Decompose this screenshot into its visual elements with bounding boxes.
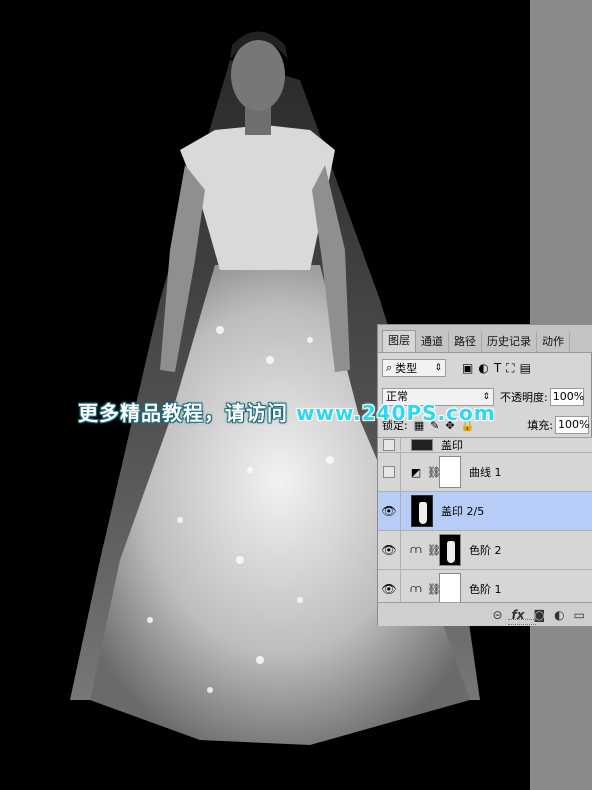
layer-row[interactable]: 👁 ⩋ ⛓ 色阶 2 [378,531,592,570]
smartobject-filter-icon[interactable]: ▤ [520,361,531,376]
visibility-toggle[interactable]: 👁 [378,531,401,569]
eye-icon: 👁 [381,543,397,557]
resize-grip[interactable] [508,619,536,625]
layer-name: 曲线 1 [469,466,502,479]
eye-icon: 👁 [381,582,397,596]
filter-row: ⌕ 类型 ⇕ ▣ ◐ T ⛶ ▤ [382,357,589,379]
chain-link-icon: ⛓ [427,465,441,479]
visibility-off-box [383,466,395,478]
eye-icon: 👁 [381,504,397,518]
watermark-url: www.240PS.com [296,401,496,425]
chain-link-icon: ⛓ [427,582,441,596]
filter-icons: ▣ ◐ T ⛶ ▤ [462,361,531,376]
layer-row[interactable]: 盖印 [378,438,592,453]
fill-input[interactable]: 100% [555,416,589,434]
watermark: 更多精品教程，请访问 www.240PS.com [78,397,496,426]
link-icon[interactable]: ⊝ [492,608,502,622]
layer-row-selected[interactable]: 👁 盖印 2/5 [378,492,592,531]
layer-list: 盖印 ◩ ⛓ 曲线 1 👁 盖印 2/5 👁 ⩋ ⛓ 色阶 2 👁 ⩋ ⛓ 色阶… [378,437,592,603]
chain-link-icon: ⛓ [427,543,441,557]
visibility-off-box [383,439,395,451]
levels-adjustment-icon: ⩋ [410,543,422,556]
layer-name: 盖印 2/5 [441,505,485,518]
layer-mask-thumbnail[interactable] [439,456,461,488]
layer-thumbnail [411,495,433,527]
levels-adjustment-icon: ⩋ [410,582,422,595]
panel-footer: ⊝ fx ◙ ◐ ▭ [378,602,592,626]
shape-filter-icon[interactable]: ⛶ [506,361,514,376]
opacity-input[interactable]: 100% [549,388,584,406]
visibility-toggle[interactable]: 👁 [378,570,401,603]
layer-mask-thumbnail[interactable] [439,534,461,566]
tab-paths[interactable]: 路径 [449,332,482,352]
watermark-text: 更多精品教程，请访问 [78,401,288,425]
adjustment-filter-icon[interactable]: ◐ [478,361,488,376]
visibility-toggle[interactable] [378,438,401,452]
layer-thumbnail [411,439,433,451]
filter-type-select[interactable]: ⌕ 类型 ⇕ [382,359,446,377]
tab-actions[interactable]: 动作 [537,332,570,352]
tab-channels[interactable]: 通道 [416,332,449,352]
layer-name: 盖印 [441,439,463,452]
search-icon: ⌕ [386,361,393,374]
curves-adjustment-icon: ◩ [410,465,422,479]
visibility-toggle[interactable] [378,453,401,491]
filter-type-label: 类型 [395,362,418,375]
type-filter-icon[interactable]: T [494,361,501,376]
panel-tabs: 图层 通道 路径 历史记录 动作 [378,325,592,353]
layer-row[interactable]: 👁 ⩋ ⛓ 色阶 1 [378,570,592,603]
adjustment-icon[interactable]: ◐ [554,608,564,622]
opacity-label: 不透明度: [500,391,548,404]
layer-row[interactable]: ◩ ⛓ 曲线 1 [378,453,592,492]
tab-history[interactable]: 历史记录 [482,332,537,352]
visibility-toggle[interactable]: 👁 [378,492,401,530]
fill-label: 填充: [527,419,553,432]
layer-name: 色阶 2 [469,544,502,557]
layers-panel: 图层 通道 路径 历史记录 动作 ⌕ 类型 ⇕ ▣ ◐ T ⛶ ▤ 正常 ⇕ 不… [377,324,592,626]
pixel-filter-icon[interactable]: ▣ [462,361,473,376]
tab-layers[interactable]: 图层 [382,330,416,352]
chevron-updown-icon: ⇕ [434,363,442,373]
layer-mask-thumbnail[interactable] [439,573,461,603]
folder-icon[interactable]: ▭ [574,608,585,622]
layer-name: 色阶 1 [469,583,502,596]
